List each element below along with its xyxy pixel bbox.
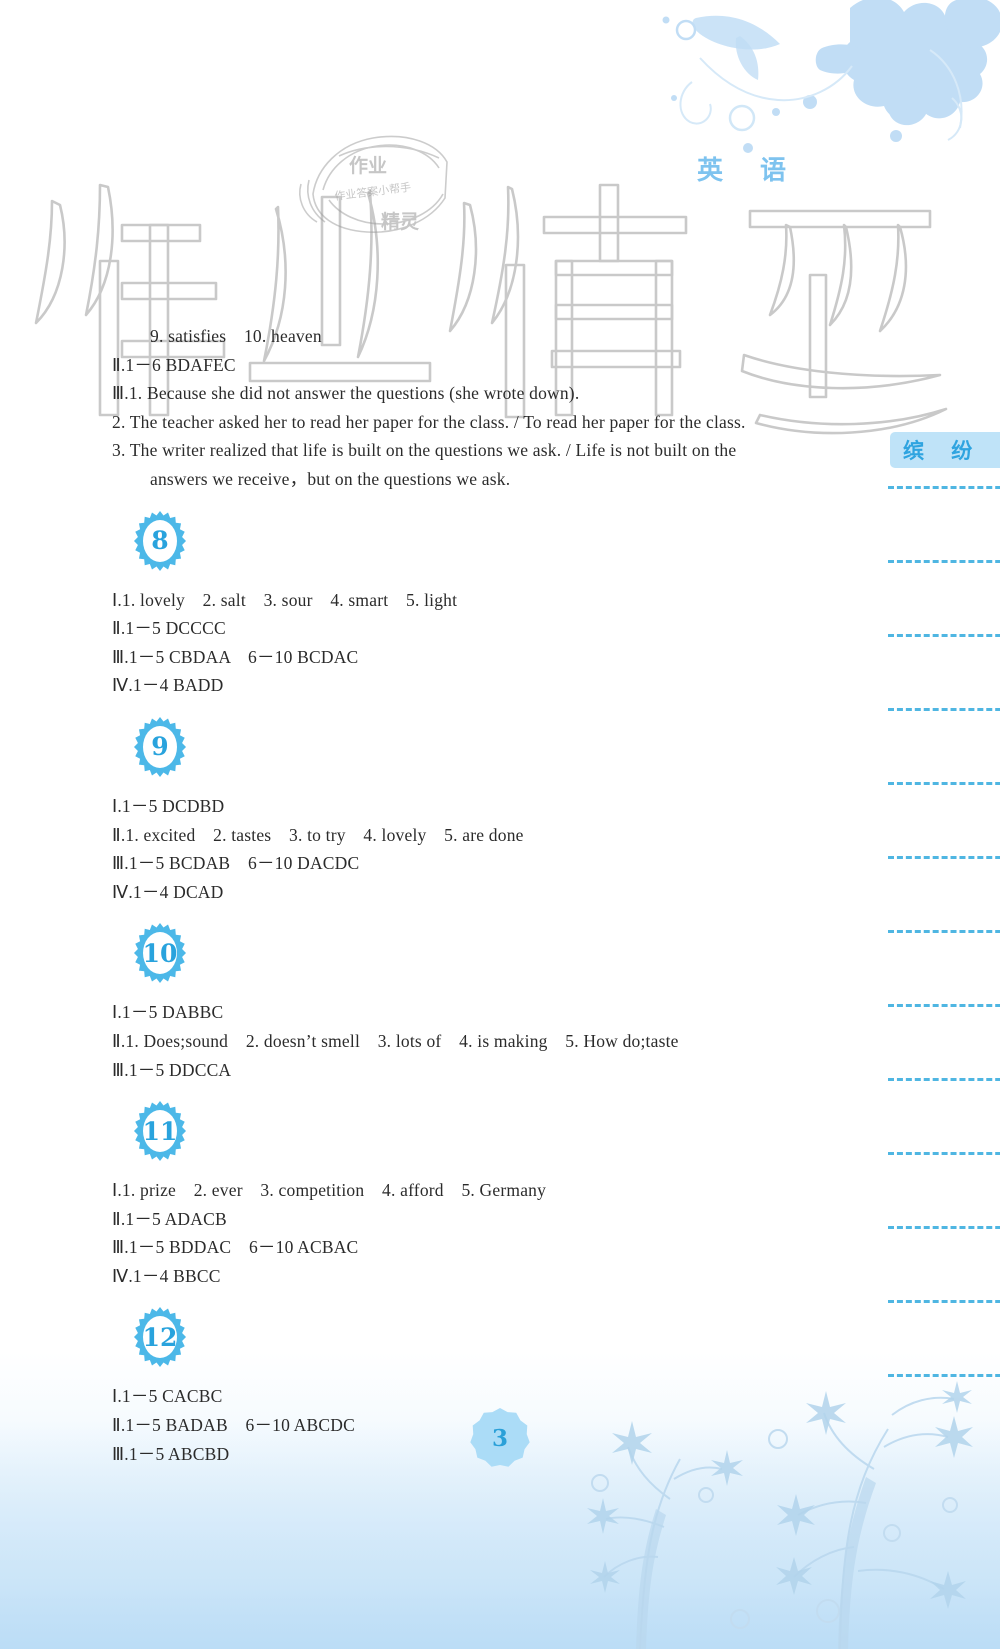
stamp-mid-text: 作业答案小帮手	[334, 180, 412, 203]
page-background: 作业 作业答案小帮手 精灵 英 语 缤 纷 9. satisfies 10. h…	[0, 0, 1000, 1649]
answer-line: Ⅱ.1－5 DCCCC	[112, 618, 226, 639]
answer-line: Ⅲ.1－5 BDDAC 6－10 ACBAC	[112, 1237, 359, 1258]
section-number: 9	[151, 732, 169, 762]
answer-line: Ⅱ.1. Does;sound 2. doesn’t smell 3. lots…	[112, 1030, 679, 1051]
answer-line: Ⅰ.1－5 DABBC	[112, 1002, 224, 1023]
section-number: 8	[151, 526, 169, 556]
side-panel: 缤 纷	[878, 432, 1000, 1472]
answer-line: Ⅲ.1－5 CBDAA 6－10 BCDAC	[112, 646, 359, 667]
section-badge-11: 11	[132, 1100, 188, 1162]
answer-line: Ⅳ.1－4 BBCC	[112, 1265, 221, 1286]
publisher-stamp-icon: 作业 作业答案小帮手 精灵	[299, 135, 448, 233]
answer-line: 3. The writer realized that life is buil…	[112, 440, 737, 461]
answer-line: Ⅰ.1. lovely 2. salt 3. sour 4. smart 5. …	[112, 589, 458, 610]
answer-line: Ⅳ.1－4 DCAD	[112, 881, 224, 902]
answer-line: Ⅲ.1－5 BCDAB 6－10 DACDC	[112, 853, 360, 874]
answer-line: 2. The teacher asked her to read her pap…	[112, 411, 746, 432]
section-badge-8: 8	[132, 510, 188, 572]
answer-content: 9. satisfies 10. heaven Ⅱ.1－6 BDAFEC Ⅲ.1. …	[112, 322, 842, 1468]
answer-line: Ⅱ.1－5 ADACB	[112, 1208, 227, 1229]
subject-title: 英 语	[696, 156, 800, 186]
side-panel-rule	[888, 782, 1000, 785]
section-badge-12: 12	[132, 1306, 188, 1368]
answer-line: Ⅰ.1－5 DCDBD	[112, 795, 225, 816]
side-panel-rule	[888, 1300, 1000, 1303]
section-badge-10: 10	[132, 922, 188, 984]
side-panel-rule	[888, 708, 1000, 711]
answer-line: Ⅱ.1－6 BDAFEC	[112, 354, 236, 375]
side-panel-rule	[888, 856, 1000, 859]
side-panel-rule	[888, 486, 1000, 489]
side-panel-rule	[888, 1374, 1000, 1377]
side-panel-rule	[888, 560, 1000, 563]
answer-line: Ⅰ.1. prize 2. ever 3. competition 4. aff…	[112, 1180, 547, 1201]
side-panel-rule	[888, 1226, 1000, 1229]
answer-line: Ⅱ.1. excited 2. tastes 3. to try 4. love…	[112, 824, 524, 845]
section-number: 11	[142, 1116, 178, 1146]
side-panel-rule	[888, 634, 1000, 637]
stamp-top-text: 作业	[349, 154, 387, 177]
answer-line: answers we receive，but on the questions …	[150, 468, 511, 489]
page-number: 3	[469, 1407, 531, 1469]
side-panel-label: 缤 纷	[890, 432, 1000, 468]
answer-line: Ⅲ.1. Because she did not answer the ques…	[112, 383, 580, 404]
intro-answer-block: 9. satisfies 10. heaven Ⅱ.1－6 BDAFEC Ⅲ.1. …	[112, 322, 842, 494]
sections-block: 8 Ⅰ.1. lovely 2. salt 3. sour 4. smart 5.…	[112, 510, 842, 1469]
side-panel-rule	[888, 930, 1000, 933]
stamp-bottom-text: 精灵	[381, 210, 420, 233]
section-number: 10	[142, 938, 178, 968]
side-panel-rule	[888, 1004, 1000, 1007]
section-badge-9: 9	[132, 716, 188, 778]
answer-line: Ⅲ.1－5 DDCCA	[112, 1059, 232, 1080]
side-panel-rule	[888, 1152, 1000, 1155]
answer-line: Ⅳ.1－4 BADD	[112, 675, 224, 696]
floral-decoration-icon	[662, 0, 1000, 153]
side-panel-rule	[888, 1078, 1000, 1081]
page-number-text: 3	[491, 1424, 508, 1452]
section-number: 12	[142, 1322, 178, 1352]
answer-line: 9. satisfies 10. heaven	[150, 326, 322, 346]
